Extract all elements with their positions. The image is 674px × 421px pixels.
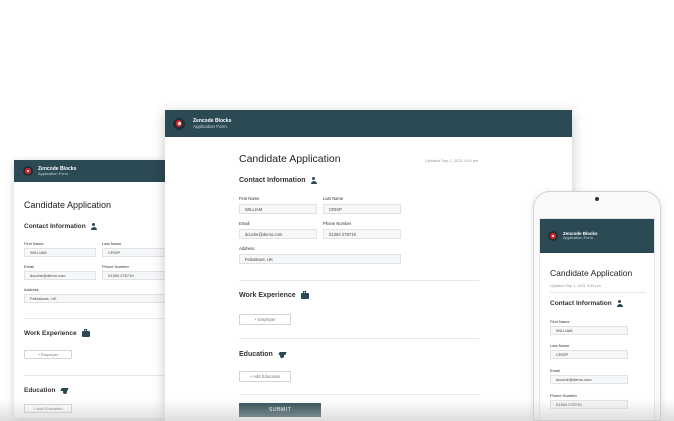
section-education: Education (24, 387, 69, 394)
app-header: Zencode Blocks Application Form (14, 160, 166, 182)
phone-label: Phone Number (550, 393, 577, 398)
address-label: Address (239, 246, 255, 251)
email-input[interactable]: dcuche@demo.com (550, 375, 628, 384)
divider (24, 375, 166, 376)
brand: Zencode Blocks Application Form (38, 166, 76, 177)
phone-label: Phone Number (102, 264, 129, 269)
brand-subtitle: Application Form (193, 123, 227, 129)
brand-subtitle: Application Form (38, 170, 69, 176)
last-name-label: Last Name (323, 196, 344, 201)
address-label: Address (24, 287, 39, 292)
email-input[interactable]: dcuche@demo.com (24, 271, 96, 280)
phone-input[interactable]: 01394 279719 (550, 400, 628, 409)
app-header: Zencode Blocks Application Form (540, 219, 654, 253)
first-name-input[interactable]: WILLIAM (550, 326, 628, 335)
phone-input[interactable]: 01394 279719 (323, 229, 401, 239)
left-window-preview: Zencode Blocks Application Form Candidat… (14, 160, 166, 418)
briefcase-icon (81, 328, 90, 337)
add-education-button[interactable]: + Add Education (239, 371, 291, 382)
first-name-label: First Name (239, 196, 260, 201)
divider (24, 318, 166, 319)
updated-timestamp: Updated Sep 1, 2021 3:44 pm (425, 158, 479, 163)
last-name-label: Last Name (550, 343, 570, 348)
app-header: Zencode Blocks Application Form (165, 110, 572, 137)
page-title: Candidate Application (239, 153, 341, 165)
graduation-cap-icon (278, 352, 287, 358)
section-contact-information: Contact Information (239, 177, 317, 184)
page-title: Candidate Application (24, 200, 112, 210)
address-input[interactable]: Felixstowe, UK (239, 254, 401, 264)
brand-logo-icon (548, 231, 558, 241)
phone-label: Phone Number (323, 221, 352, 226)
section-education: Education (239, 351, 287, 358)
last-name-label: Last Name (102, 241, 122, 246)
add-education-button[interactable]: + Add Education (24, 404, 72, 413)
divider (239, 280, 479, 281)
email-label: Email (239, 221, 250, 226)
first-name-input[interactable]: WILLIAM (239, 204, 317, 214)
desktop-window-preview: Zencode Blocks Application Form Candidat… (165, 110, 572, 421)
last-name-input[interactable]: CRISP (102, 248, 166, 257)
user-icon (90, 223, 97, 230)
first-name-input[interactable]: WILLIAM (24, 248, 96, 257)
briefcase-icon (300, 290, 309, 299)
brand-subtitle: Application Form (563, 235, 594, 241)
address-input[interactable]: Felixstowe, UK (24, 294, 166, 303)
page-title: Candidate Application (550, 268, 633, 278)
phone-camera-icon (595, 197, 599, 201)
email-label: Email (24, 264, 35, 269)
brand-logo-icon (173, 117, 185, 130)
section-title: Work Experience (24, 330, 77, 337)
divider (239, 394, 479, 395)
section-title: Work Experience (239, 292, 296, 299)
section-title: Contact Information (550, 300, 612, 307)
divider (550, 292, 646, 293)
first-name-label: First Name (550, 319, 570, 324)
email-input[interactable]: dcuche@demo.com (239, 229, 317, 239)
divider (239, 338, 479, 339)
first-name-label: First Name (24, 241, 44, 246)
section-title: Education (24, 387, 56, 394)
phone-input[interactable]: 01394 279719 (102, 271, 166, 280)
section-title: Education (239, 351, 273, 358)
updated-timestamp: Updated Sep 1, 2021 3:44 pm (550, 284, 601, 288)
add-employer-button[interactable]: + Employer (24, 350, 72, 359)
brand-name: Zencode Blocks (193, 117, 232, 124)
phone-preview: Zencode Blocks Application Form Candidat… (533, 191, 661, 421)
section-contact-information: Contact Information (24, 223, 97, 230)
section-title: Contact Information (24, 223, 86, 230)
section-contact-information: Contact Information (550, 300, 623, 307)
brand-logo-icon (23, 166, 33, 176)
brand: Zencode Blocks Application Form (193, 118, 231, 129)
email-label: Email (550, 368, 561, 373)
brand: Zencode Blocks Application Form (563, 231, 598, 241)
add-employer-button[interactable]: + Employer (239, 314, 291, 325)
user-icon (310, 177, 317, 184)
graduation-cap-icon (60, 388, 69, 394)
last-name-input[interactable]: CRISP (550, 350, 628, 359)
section-work-experience: Work Experience (24, 328, 90, 337)
section-title: Contact Information (239, 177, 306, 184)
user-icon (616, 300, 623, 307)
phone-screen: Zencode Blocks Application Form Candidat… (539, 218, 655, 420)
section-work-experience: Work Experience (239, 290, 309, 299)
submit-button[interactable]: SUBMIT (239, 403, 321, 417)
last-name-input[interactable]: CRISP (323, 204, 401, 214)
